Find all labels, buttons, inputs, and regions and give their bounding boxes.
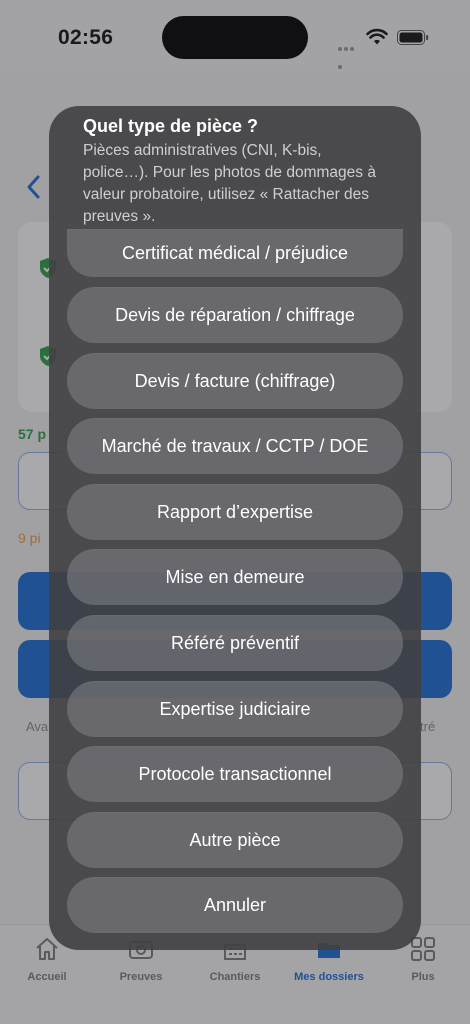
option-devis-reparation[interactable]: Devis de réparation / chiffrage [67, 287, 403, 343]
document-type-action-sheet: Quel type de pièce ? Pièces administrati… [49, 106, 421, 950]
sheet-message: Pièces administratives (CNI, K-bis, poli… [83, 142, 376, 225]
option-marche-travaux[interactable]: Marché de travaux / CCTP / DOE [67, 418, 403, 474]
option-autre-piece[interactable]: Autre pièce [67, 812, 403, 868]
cancel-button[interactable]: Annuler [67, 877, 403, 933]
option-devis-facture[interactable]: Devis / facture (chiffrage) [67, 353, 403, 409]
option-mise-en-demeure[interactable]: Mise en demeure [67, 549, 403, 605]
option-expertise-judiciaire[interactable]: Expertise judiciaire [67, 681, 403, 737]
sheet-title: Quel type de pièce ? [83, 116, 259, 136]
option-certificat-medical[interactable]: Certificat médical / préjudice [67, 229, 403, 277]
option-refere-preventif[interactable]: Référé préventif [67, 615, 403, 671]
sheet-header: Quel type de pièce ? Pièces administrati… [83, 114, 383, 228]
option-rapport-expertise[interactable]: Rapport d’expertise [67, 484, 403, 540]
option-protocole-transactionnel[interactable]: Protocole transactionnel [67, 746, 403, 802]
